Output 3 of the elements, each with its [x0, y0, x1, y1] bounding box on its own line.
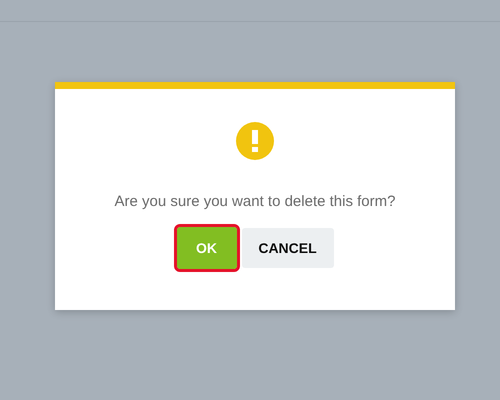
cancel-button[interactable]: CANCEL [242, 228, 334, 268]
confirm-message: Are you sure you want to delete this form? [114, 193, 396, 210]
warning-icon [236, 122, 274, 160]
